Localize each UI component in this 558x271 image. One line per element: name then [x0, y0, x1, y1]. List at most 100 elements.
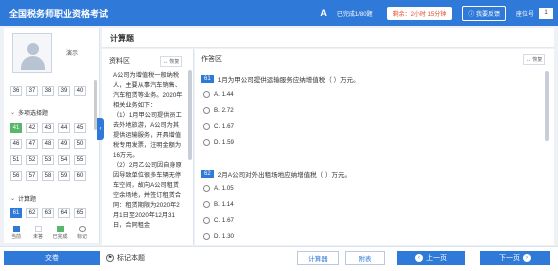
legend-swatch	[78, 226, 86, 232]
radio-icon[interactable]	[203, 139, 210, 146]
question-number[interactable]: 44	[58, 123, 70, 133]
legend-unanswered: 未答	[28, 226, 48, 240]
option-value: 2.72	[221, 107, 234, 114]
prev-page-button[interactable]: ‹ 上一页	[397, 251, 465, 265]
expand-icon: ↔	[526, 57, 531, 63]
page-title: 计算题	[110, 34, 134, 43]
question-number[interactable]: 55	[74, 155, 86, 165]
option-letter: A.	[214, 91, 220, 98]
material-text: A公司为增值税一般纳税人，主要从事汽车销售、汽车租赁等业务。2020年相关业务如…	[113, 72, 183, 229]
appendix-button[interactable]: 附表	[345, 251, 385, 265]
question: 61 1月为甲公司提供运输服务应纳增值税（ ）万元。	[201, 74, 360, 84]
question-number[interactable]: 46	[10, 139, 22, 149]
option-d[interactable]: D. 1.30	[203, 233, 234, 240]
radio-icon[interactable]	[203, 91, 210, 98]
expand-icon: ↔	[163, 59, 168, 65]
question-number[interactable]: 47	[26, 139, 38, 149]
option-value: 1.30	[221, 233, 234, 240]
top-bar: 全国税务师职业资格考试 A 已完成1/80题 剩余：2小时 15分钟 ⓘ 我要反…	[0, 0, 558, 26]
question: 62 2月A公司对外出租场地应纳增值税（ ）万元。	[201, 169, 351, 179]
question-number[interactable]: 57	[26, 171, 38, 181]
font-size-toggle[interactable]: A	[320, 8, 327, 18]
question-number[interactable]: 54	[58, 155, 70, 165]
question-number[interactable]: 58	[42, 171, 54, 181]
answer-restore-button[interactable]: ↔ 恢复	[523, 54, 546, 65]
legend-label: 已完成	[52, 234, 68, 240]
question-number[interactable]: 52	[26, 155, 38, 165]
question-number[interactable]: 59	[58, 171, 70, 181]
question-number-current[interactable]: 61	[10, 208, 22, 218]
calculator-button[interactable]: 计算器	[297, 251, 339, 265]
question-number-badge: 61	[201, 75, 214, 83]
option-value: 1.67	[221, 123, 234, 130]
radio-icon[interactable]	[203, 217, 210, 224]
exam-title: 全国税务师职业资格考试	[9, 8, 109, 19]
question-number[interactable]: 56	[10, 171, 22, 181]
question-number[interactable]: 49	[58, 139, 70, 149]
radio-icon[interactable]	[203, 123, 210, 130]
chevron-left-icon: ‹	[415, 254, 423, 262]
submit-exam-button[interactable]: 交卷	[4, 251, 100, 265]
option-c[interactable]: C. 1.67	[203, 217, 234, 224]
radio-icon[interactable]	[203, 107, 210, 114]
question-text: 2月A公司对外出租场地应纳增值税（ ）万元。	[217, 172, 351, 179]
option-letter: D.	[214, 139, 221, 146]
option-d[interactable]: D. 1.59	[203, 139, 234, 146]
option-a[interactable]: A. 1.44	[203, 91, 234, 98]
question-number[interactable]: 37	[26, 86, 38, 96]
question-number[interactable]: 48	[42, 139, 54, 149]
question-number[interactable]: 38	[42, 86, 54, 96]
option-c[interactable]: C. 1.67	[203, 123, 234, 130]
mark-label: 标记本题	[117, 255, 145, 262]
option-a[interactable]: A. 1.05	[203, 185, 234, 192]
question-text: 1月为甲公司提供运输服务应纳增值税（ ）万元。	[217, 77, 360, 84]
question-number[interactable]: 63	[42, 208, 54, 218]
chevron-right-icon: ›	[523, 254, 531, 262]
answer-scrollbar[interactable]	[545, 71, 549, 141]
question-number[interactable]: 53	[42, 155, 54, 165]
question-number[interactable]: 43	[42, 123, 54, 133]
radio-icon[interactable]	[203, 201, 210, 208]
progress-count: 已完成1/80题	[336, 11, 373, 18]
collapse-sidebar-button[interactable]: ‹	[97, 118, 104, 140]
radio-icon[interactable]	[203, 233, 210, 240]
option-value: 1.05	[221, 185, 234, 192]
question-number[interactable]: 65	[74, 208, 86, 218]
legend-marked: 标记	[72, 226, 92, 240]
question-navigator: 演示 36 37 38 39 40 ⌄ 多项选择题 41 42 43 44 45…	[4, 28, 100, 243]
flag-icon: ⚑	[106, 254, 114, 262]
question-number[interactable]: 45	[74, 123, 86, 133]
question-number[interactable]: 40	[74, 86, 86, 96]
section-multi-choice[interactable]: ⌄ 多项选择题	[10, 108, 48, 117]
option-b[interactable]: B. 2.72	[203, 107, 234, 114]
candidate-name: 演示	[66, 51, 79, 57]
radio-icon[interactable]	[203, 185, 210, 192]
remaining-timer: 剩余：2小时 15分钟	[386, 6, 453, 20]
restore-label: 恢复	[169, 59, 180, 65]
legend-completed: 已完成	[50, 226, 70, 240]
material-panel: 资料区 ↔ 恢复 A公司为增值税一般纳税人，主要从事汽车销售、汽车租赁等业务。2…	[102, 49, 194, 245]
option-b[interactable]: B. 1.14	[203, 201, 234, 208]
question-number[interactable]: 64	[58, 208, 70, 218]
next-page-button[interactable]: 下一页 ›	[480, 251, 550, 265]
seat-label: 座位号	[515, 11, 534, 18]
material-scrollbar[interactable]	[188, 70, 192, 160]
section-calc[interactable]: ⌄ 计算题	[10, 194, 36, 203]
question-number[interactable]: 51	[10, 155, 22, 165]
legend-swatch	[56, 226, 64, 232]
feedback-button[interactable]: ⓘ 我要反馈	[462, 5, 506, 21]
legend-current: 当前	[6, 226, 26, 240]
mark-question-button[interactable]: ⚑ 标记本题	[106, 253, 145, 263]
answer-panel: 作答区 ↔ 恢复 61 1月为甲公司提供运输服务应纳增值税（ ）万元。 A. 1…	[195, 49, 554, 245]
option-value: 1.44	[221, 91, 234, 98]
question-number[interactable]: 39	[58, 86, 70, 96]
question-number-answered[interactable]: 41	[10, 123, 22, 133]
question-number[interactable]: 36	[10, 86, 22, 96]
question-number[interactable]: 62	[26, 208, 38, 218]
legend-label: 标记	[76, 234, 87, 240]
question-number[interactable]: 50	[74, 139, 86, 149]
material-restore-button[interactable]: ↔ 恢复	[160, 56, 183, 67]
question-number[interactable]: 60	[74, 171, 86, 181]
question-number[interactable]: 42	[26, 123, 38, 133]
feedback-label: 我要反馈	[475, 11, 500, 18]
